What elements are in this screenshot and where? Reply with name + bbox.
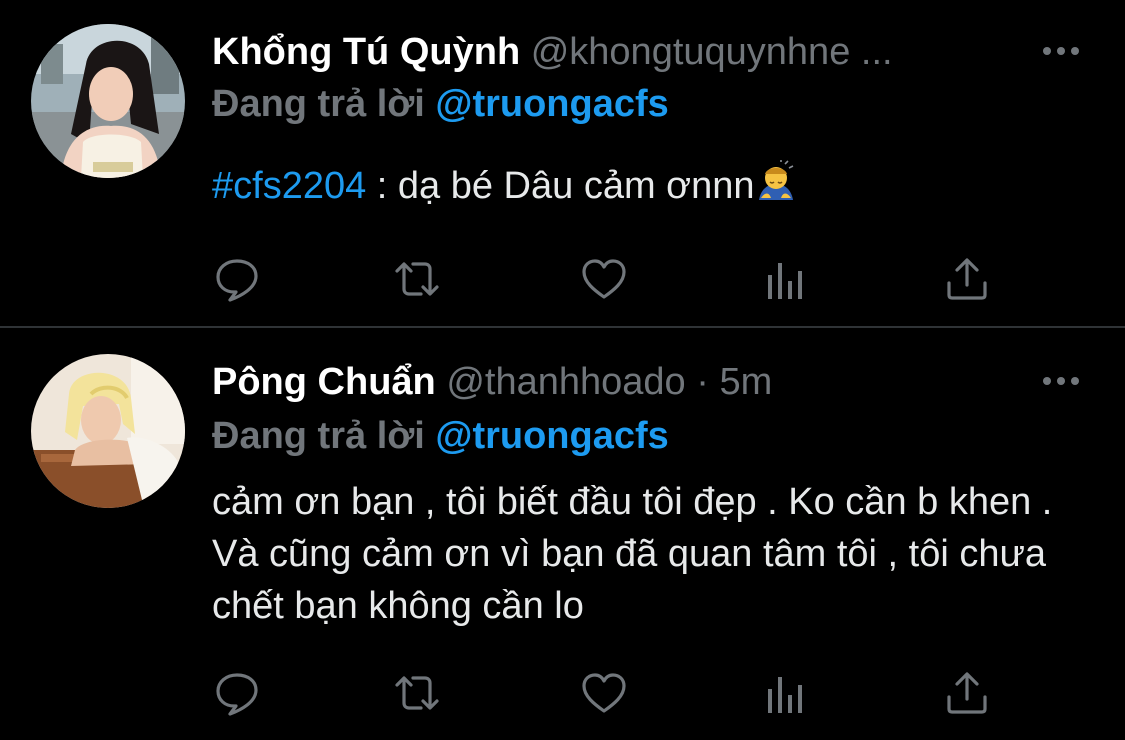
tweet[interactable]: Khổng Tú Quỳnh @khongtuquynhne ... Đang … [0,0,1125,326]
display-name[interactable]: Khổng Tú Quỳnh [212,31,520,73]
analytics-icon [768,677,802,713]
user-handle[interactable]: @khongtuquynhne ... [531,31,893,73]
replying-to: Đang trả lời @truongacfs [212,414,669,458]
replying-to: Đang trả lời @truongacfs [212,82,669,126]
analytics-button[interactable] [762,668,812,718]
reply-icon [216,259,258,302]
share-button[interactable] [942,254,992,304]
more-horizontal-icon[interactable] [1041,370,1081,392]
timestamp[interactable]: 5m [719,361,772,403]
tweet-text: cảm ơn bạn , tôi biết đầu tôi đẹp . Ko c… [212,481,1053,627]
tweet-actions [212,254,1012,304]
share-icon [947,258,987,300]
replying-to-mention[interactable]: @truongacfs [435,83,668,125]
avatar[interactable] [31,354,185,508]
display-name[interactable]: Pông Chuẩn [212,361,436,403]
person-bowing-emoji [758,160,793,200]
reply-icon [216,673,258,716]
retweet-button[interactable] [392,254,442,304]
replying-to-label: Đang trả lời [212,83,425,125]
retweet-icon [395,676,439,710]
tweet-header: Pông Chuẩn @thanhhoado · 5m [212,360,772,404]
replying-to-mention[interactable]: @truongacfs [435,415,668,457]
analytics-icon [768,263,802,299]
reply-button[interactable] [212,668,262,718]
user-handle[interactable]: @thanhhoado [446,361,685,403]
retweet-button[interactable] [392,668,442,718]
share-icon [947,672,987,714]
reply-button[interactable] [212,254,262,304]
tweet-header: Khổng Tú Quỳnh @khongtuquynhne ... [212,30,893,74]
hashtag-link[interactable]: #cfs2204 [212,165,366,207]
more-horizontal-icon[interactable] [1041,40,1081,62]
retweet-icon [395,262,439,296]
avatar[interactable] [31,24,185,178]
share-button[interactable] [942,668,992,718]
like-icon [582,673,626,713]
tweet[interactable]: Pông Chuẩn @thanhhoado · 5m Đang trả lời… [0,328,1125,740]
tweet-body: : dạ bé Dâu cảm ơnnn [366,165,755,207]
like-button[interactable] [579,254,629,304]
like-button[interactable] [579,668,629,718]
analytics-button[interactable] [762,254,812,304]
replying-to-label: Đang trả lời [212,415,425,457]
separator-dot: · [696,361,709,403]
tweet-actions [212,668,1012,718]
like-icon [582,259,626,299]
tweet-text: #cfs2204 : dạ bé Dâu cảm ơnnn [212,160,797,212]
